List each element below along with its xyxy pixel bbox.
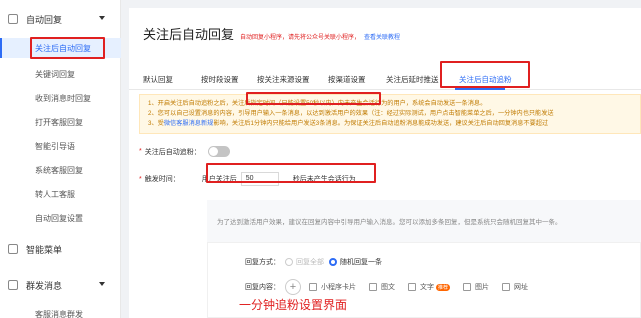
page-title: 关注后自动回复 [143, 27, 235, 42]
menu-icon [8, 244, 18, 254]
sidebar-group-label: 自动回复 [26, 14, 63, 25]
sidebar-item-transfer-agent[interactable]: 转人工客服 [0, 184, 121, 204]
sidebar-item-reply-settings[interactable]: 自动回复设置 [0, 208, 121, 228]
text-icon [408, 283, 416, 291]
wechat-policy-link[interactable]: 微信客服消息新规 [164, 120, 214, 127]
sidebar-item-label: 转人工客服 [35, 189, 75, 199]
sidebar-item-service-mass-message[interactable]: 客服消息群发 [0, 304, 121, 318]
sidebar-group-mass-message[interactable]: 群发消息 [0, 272, 121, 298]
title-hint: 自动回复小程序，请先将公众号关联小程序， [240, 35, 361, 41]
sidebar-group-smart-menu[interactable]: 智能菜单 [0, 236, 121, 262]
add-reply-button[interactable]: + [285, 279, 301, 295]
sidebar-item-label: 关注后自动回复 [35, 43, 91, 53]
image-icon [463, 283, 472, 291]
random-reply-label: 随机回复一条 [340, 259, 382, 266]
tab-default-reply[interactable]: 默认回复 [143, 74, 173, 85]
reply-mode-row: 回复方式： 回复全部 随机回复一条 [245, 257, 382, 267]
recommend-badge: 推荐 [436, 283, 451, 291]
sidebar-group-label: 智能菜单 [26, 244, 63, 255]
tool-label: 小程序卡片 [321, 284, 356, 291]
notice-line-1: 1、开启关注后自动追粉之后，关注后指定时间（只能设置50秒以内）内未产生会话行为… [148, 99, 640, 109]
sidebar-item-label: 打开客服回复 [35, 117, 83, 127]
miniprogram-card-tool[interactable]: 小程序卡片 [309, 282, 356, 292]
radio-reply-all[interactable] [285, 258, 293, 266]
text-tool[interactable]: 文字 推荐 [408, 282, 451, 292]
reply-content-row: 回复内容： + 小程序卡片 图文 文字 推荐 图片 网址 [245, 279, 541, 295]
chevron-down-icon [99, 282, 105, 286]
notice-line-2: 2、您可以自己设置消息的内容，引导用户输入一条消息，以达到激活用户的效果（注：经… [148, 110, 554, 117]
link-tool[interactable]: 网址 [502, 282, 528, 292]
miniprogram-icon [309, 283, 317, 291]
broadcast-icon [8, 280, 18, 290]
sidebar-item-system-service-reply[interactable]: 系统客服回复 [0, 160, 121, 180]
main-panel: 关注后自动回复 自动回复小程序，请先将公众号关联小程序， 查看关联教程 默认回复… [129, 8, 641, 318]
sidebar-item-label: 系统客服回复 [35, 165, 83, 175]
sidebar-item-keyword-reply[interactable]: 关键词回复 [0, 64, 121, 84]
trigger-suffix: 秒后未产生会话行为 [292, 176, 356, 183]
trigger-time-row: * 触发时间： 用户关注后 50 秒后未产生会话行为 [139, 172, 356, 186]
chevron-down-icon [99, 16, 105, 20]
message-icon [8, 14, 18, 24]
notice-box: 1、开启关注后自动追粉之后，关注后指定时间（只能设置50秒以内）内未产生会话行为… [139, 94, 641, 134]
tutorial-link[interactable]: 查看关联教程 [364, 32, 400, 41]
sidebar-item-label: 自动回复设置 [35, 213, 83, 223]
sidebar-item-message-reply[interactable]: 收到消息时回复 [0, 88, 121, 108]
trigger-prefix: 用户关注后 [201, 176, 237, 183]
article-tool[interactable]: 图文 [369, 282, 395, 292]
required-mark: * [139, 175, 142, 183]
title-row: 关注后自动回复 自动回复小程序，请先将公众号关联小程序， 查看关联教程 [143, 24, 400, 43]
toggle-label: 关注后自动追粉： [144, 148, 201, 156]
sidebar-group-auto-reply[interactable]: 自动回复 [0, 6, 121, 32]
notice-text: 3、受 [148, 120, 164, 127]
notice-text: 内未产生会话行为的用户，系统会自动发送一条消息。 [337, 100, 487, 107]
sidebar: 自动回复 关注后自动回复 关键词回复 收到消息时回复 打开客服回复 智能引导语 … [0, 0, 121, 318]
reply-all-label: 回复全部 [296, 259, 324, 266]
sidebar-item-label: 关键词回复 [35, 69, 75, 79]
tool-label: 图片 [475, 284, 490, 291]
auto-follow-up-toggle[interactable] [207, 146, 230, 157]
sidebar-group-label: 群发消息 [26, 280, 63, 291]
auto-follow-up-row: * 关注后自动追粉： [139, 146, 230, 157]
article-icon [369, 283, 377, 291]
tab-bar: 默认回复 按时段设置 按关注来源设置 按渠道设置 关注后延时推送 关注后自动追粉 [129, 68, 641, 90]
sidebar-item-smart-guide[interactable]: 智能引导语 [0, 136, 121, 156]
tab-delayed-push[interactable]: 关注后延时推送 [386, 74, 439, 85]
tool-label: 图文 [381, 284, 395, 291]
tab-by-source[interactable]: 按关注来源设置 [257, 74, 310, 85]
sidebar-item-label: 收到消息时回复 [35, 93, 91, 103]
sidebar-item-label: 智能引导语 [35, 141, 75, 151]
tab-by-time[interactable]: 按时段设置 [201, 74, 239, 85]
sidebar-item-open-service-reply[interactable]: 打开客服回复 [0, 112, 121, 132]
sidebar-item-label: 客服消息群发 [35, 309, 83, 318]
link-icon [502, 283, 511, 291]
sidebar-item-follow-reply[interactable]: 关注后自动回复 [0, 38, 121, 58]
tool-label: 网址 [514, 284, 529, 291]
reply-tip: 为了达到激活用户效果，建议在回复内容中引导用户输入消息。您可以添加多条回复，但是… [217, 219, 562, 226]
tab-active-indicator [455, 88, 505, 90]
notice-text: 1、开启关注后自动追粉之后， [148, 100, 232, 107]
notice-highlight-text: 关注后指定时间（只能设置50秒以内） [231, 100, 338, 107]
tab-auto-follow-up[interactable]: 关注后自动追粉 [459, 74, 512, 85]
radio-random-reply[interactable] [329, 258, 337, 266]
image-tool[interactable]: 图片 [463, 282, 489, 292]
reply-mode-label: 回复方式： [245, 259, 280, 266]
figure-caption: 一分钟追粉设置界面 [239, 298, 348, 312]
required-mark: * [139, 148, 142, 155]
notice-line-3: 3、受微信客服消息新规影响，关注后1分钟内只能给用户发送3条消息。为保证关注后自… [148, 119, 640, 129]
trigger-seconds-input[interactable]: 50 [240, 172, 279, 186]
trigger-label: 触发时间： [144, 176, 180, 183]
reply-content-label: 回复内容： [245, 284, 280, 291]
notice-text: 影响，关注后1分钟内只能给用户发送3条消息。为保证关注后自动追粉消息能成功发送，… [213, 120, 549, 127]
tab-by-channel[interactable]: 按渠道设置 [328, 74, 366, 85]
tool-label: 文字 [420, 284, 434, 291]
